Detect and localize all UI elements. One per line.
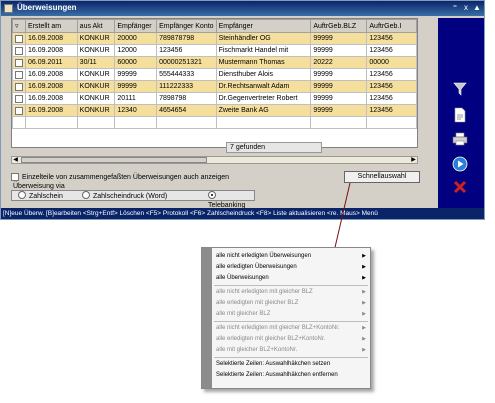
menu-item[interactable]: alle nicht erledigten mit gleicher BLZ+K… (216, 324, 366, 333)
menu-item-label: alle erledigten Überweisungen (216, 264, 297, 270)
menu-item-label: alle erledigten mit gleicher BLZ (216, 300, 299, 306)
menu-item[interactable]: alle mit gleicher BLZ+KontoNr. ▶ (216, 346, 366, 355)
submenu-arrow-icon: ▶ (362, 275, 366, 281)
submenu-arrow-icon: ▶ (362, 253, 366, 259)
submenu-arrow-icon: ▶ (362, 300, 366, 306)
menu-item-label: alle erledigten mit gleicher BLZ+KontoNr… (216, 336, 326, 342)
menu-item-label: alle mit gleicher BLZ (216, 311, 271, 317)
submenu-arrow-icon: ▶ (362, 325, 366, 331)
menu-item-label: alle nicht erledigten mit gleicher BLZ+K… (216, 325, 340, 331)
menu-item[interactable]: alle mit gleicher BLZ ▶ (216, 310, 366, 319)
menu-item[interactable]: Selektierte Zeilen: Auswahlhäkchen entfe… (216, 371, 366, 380)
submenu-arrow-icon: ▶ (362, 336, 366, 342)
menu-separator (214, 357, 368, 358)
menu-item-label: alle nicht erledigten Überweisungen (216, 253, 312, 259)
menu-item-label: alle nicht erledigten mit gleicher BLZ (216, 289, 313, 295)
menu-item[interactable]: alle nicht erledigten Überweisungen ▶ (216, 252, 366, 261)
submenu-arrow-icon: ▶ (362, 311, 366, 317)
menu-item-label: alle Überweisungen (216, 275, 269, 281)
quick-select-menu: alle nicht erledigten Überweisungen ▶ alle… (201, 247, 371, 389)
menu-item-label: Selektierte Zeilen: Auswahlhäkchen setze… (216, 361, 331, 367)
submenu-arrow-icon: ▶ (362, 347, 366, 353)
menu-gutter (202, 248, 212, 388)
submenu-arrow-icon: ▶ (362, 289, 366, 295)
submenu-arrow-icon: ▶ (362, 264, 366, 270)
menu-item[interactable]: Selektierte Zeilen: Auswahlhäkchen setze… (216, 360, 366, 369)
menu-separator (214, 285, 368, 286)
menu-item-label: alle mit gleicher BLZ+KontoNr. (216, 347, 298, 353)
menu-separator (214, 321, 368, 322)
menu-item[interactable]: alle Überweisungen ▶ (216, 274, 366, 283)
menu-item[interactable]: alle erledigten mit gleicher BLZ+KontoNr… (216, 335, 366, 344)
menu-item[interactable]: alle erledigten Überweisungen ▶ (216, 263, 366, 272)
menu-item[interactable]: alle nicht erledigten mit gleicher BLZ ▶ (216, 288, 366, 297)
menu-item-label: Selektierte Zeilen: Auswahlhäkchen entfe… (216, 372, 338, 378)
menu-item[interactable]: alle erledigten mit gleicher BLZ ▶ (216, 299, 366, 308)
